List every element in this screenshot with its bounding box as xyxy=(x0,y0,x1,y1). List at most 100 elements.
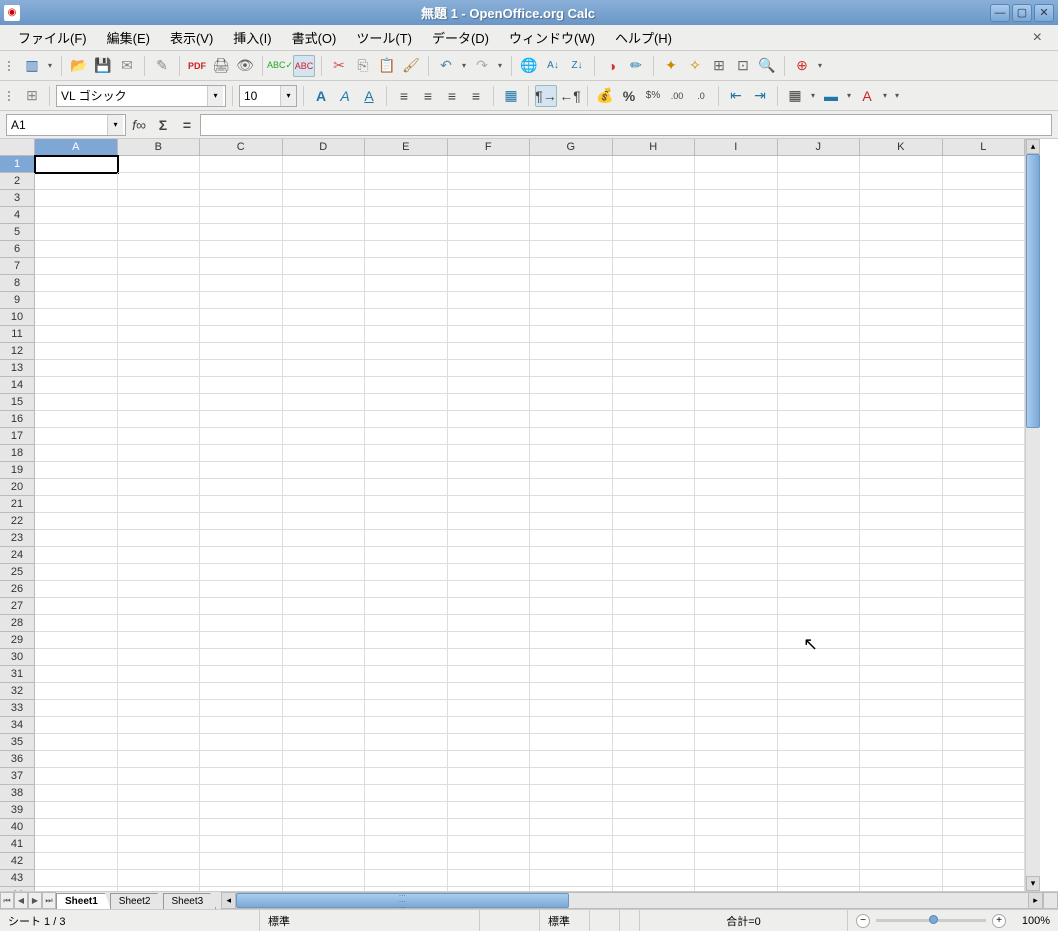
cell-L12[interactable] xyxy=(943,343,1026,360)
cell-A29[interactable] xyxy=(35,632,118,649)
cell-C25[interactable] xyxy=(200,564,283,581)
currency-icon[interactable]: 💰 xyxy=(594,85,616,107)
cell-B14[interactable] xyxy=(118,377,201,394)
cell-F32[interactable] xyxy=(448,683,531,700)
cell-E1[interactable] xyxy=(365,156,448,173)
cell-J30[interactable] xyxy=(778,649,861,666)
cell-K20[interactable] xyxy=(860,479,943,496)
cell-D30[interactable] xyxy=(283,649,366,666)
cell-D21[interactable] xyxy=(283,496,366,513)
cell-I30[interactable] xyxy=(695,649,778,666)
cell-G44[interactable] xyxy=(530,887,613,891)
cell-H6[interactable] xyxy=(613,241,696,258)
cell-G27[interactable] xyxy=(530,598,613,615)
cell-A2[interactable] xyxy=(35,173,118,190)
cell-F14[interactable] xyxy=(448,377,531,394)
cell-K28[interactable] xyxy=(860,615,943,632)
cell-K27[interactable] xyxy=(860,598,943,615)
cell-I28[interactable] xyxy=(695,615,778,632)
select-all-corner[interactable] xyxy=(0,139,35,156)
cell-E12[interactable] xyxy=(365,343,448,360)
row-header-29[interactable]: 29 xyxy=(0,632,35,649)
cell-J2[interactable] xyxy=(778,173,861,190)
cell-L43[interactable] xyxy=(943,870,1026,887)
add-decimal-icon[interactable]: .00 xyxy=(666,85,688,107)
cell-C7[interactable] xyxy=(200,258,283,275)
cell-F38[interactable] xyxy=(448,785,531,802)
font-name-input[interactable] xyxy=(57,86,207,106)
cell-F22[interactable] xyxy=(448,513,531,530)
cell-B41[interactable] xyxy=(118,836,201,853)
cell-I25[interactable] xyxy=(695,564,778,581)
cell-G5[interactable] xyxy=(530,224,613,241)
cell-C43[interactable] xyxy=(200,870,283,887)
row-header-43[interactable]: 43 xyxy=(0,870,35,887)
cell-J18[interactable] xyxy=(778,445,861,462)
styles-icon[interactable]: ⊞ xyxy=(21,85,43,107)
cell-G9[interactable] xyxy=(530,292,613,309)
row-header-8[interactable]: 8 xyxy=(0,275,35,292)
zoom-slider[interactable]: − + xyxy=(848,910,1014,931)
cell-H19[interactable] xyxy=(613,462,696,479)
col-header-A[interactable]: A xyxy=(35,139,118,156)
chart-icon[interactable]: ◑ xyxy=(601,55,623,77)
status-insertmode[interactable]: 標準 xyxy=(540,910,590,931)
cell-G21[interactable] xyxy=(530,496,613,513)
status-pagestyle[interactable]: 標準 xyxy=(260,910,480,931)
cell-C14[interactable] xyxy=(200,377,283,394)
cell-H44[interactable] xyxy=(613,887,696,891)
cell-L31[interactable] xyxy=(943,666,1026,683)
cell-K12[interactable] xyxy=(860,343,943,360)
cell-A7[interactable] xyxy=(35,258,118,275)
cell-D13[interactable] xyxy=(283,360,366,377)
borders-dropdown[interactable]: ▾ xyxy=(808,85,818,107)
cell-I36[interactable] xyxy=(695,751,778,768)
cell-K6[interactable] xyxy=(860,241,943,258)
cell-C9[interactable] xyxy=(200,292,283,309)
minimize-button[interactable]: — xyxy=(990,4,1010,22)
cell-B21[interactable] xyxy=(118,496,201,513)
cell-E14[interactable] xyxy=(365,377,448,394)
cell-L15[interactable] xyxy=(943,394,1026,411)
cell-G1[interactable] xyxy=(530,156,613,173)
function-wizard-icon[interactable]: f∞ xyxy=(128,114,150,136)
align-center-icon[interactable]: ≡ xyxy=(417,85,439,107)
print-preview-icon[interactable]: 👁 xyxy=(234,55,256,77)
menu-help[interactable]: ヘルプ(H) xyxy=(605,25,682,50)
cell-H15[interactable] xyxy=(613,394,696,411)
sort-desc-icon[interactable]: Z↓ xyxy=(566,55,588,77)
cell-E15[interactable] xyxy=(365,394,448,411)
row-header-38[interactable]: 38 xyxy=(0,785,35,802)
cell-J3[interactable] xyxy=(778,190,861,207)
cell-E29[interactable] xyxy=(365,632,448,649)
cell-F35[interactable] xyxy=(448,734,531,751)
cell-K18[interactable] xyxy=(860,445,943,462)
hyperlink-icon[interactable]: 🌐 xyxy=(518,55,540,77)
row-header-32[interactable]: 32 xyxy=(0,683,35,700)
col-header-K[interactable]: K xyxy=(860,139,943,156)
cell-A41[interactable] xyxy=(35,836,118,853)
cell-B31[interactable] xyxy=(118,666,201,683)
cell-K10[interactable] xyxy=(860,309,943,326)
cell-F29[interactable] xyxy=(448,632,531,649)
row-header-23[interactable]: 23 xyxy=(0,530,35,547)
cell-D2[interactable] xyxy=(283,173,366,190)
cell-J26[interactable] xyxy=(778,581,861,598)
cell-I4[interactable] xyxy=(695,207,778,224)
zoom-value[interactable]: 100% xyxy=(1014,910,1058,931)
borders-icon[interactable]: ▦ xyxy=(784,85,806,107)
cell-L26[interactable] xyxy=(943,581,1026,598)
cell-C27[interactable] xyxy=(200,598,283,615)
cell-L17[interactable] xyxy=(943,428,1026,445)
cell-E18[interactable] xyxy=(365,445,448,462)
cell-L24[interactable] xyxy=(943,547,1026,564)
cell-D27[interactable] xyxy=(283,598,366,615)
cell-reference-combo[interactable]: ▾ xyxy=(6,114,126,136)
cell-F39[interactable] xyxy=(448,802,531,819)
row-header-1[interactable]: 1 xyxy=(0,156,35,173)
cell-L29[interactable] xyxy=(943,632,1026,649)
cell-A18[interactable] xyxy=(35,445,118,462)
cell-E33[interactable] xyxy=(365,700,448,717)
cell-D20[interactable] xyxy=(283,479,366,496)
cell-H2[interactable] xyxy=(613,173,696,190)
